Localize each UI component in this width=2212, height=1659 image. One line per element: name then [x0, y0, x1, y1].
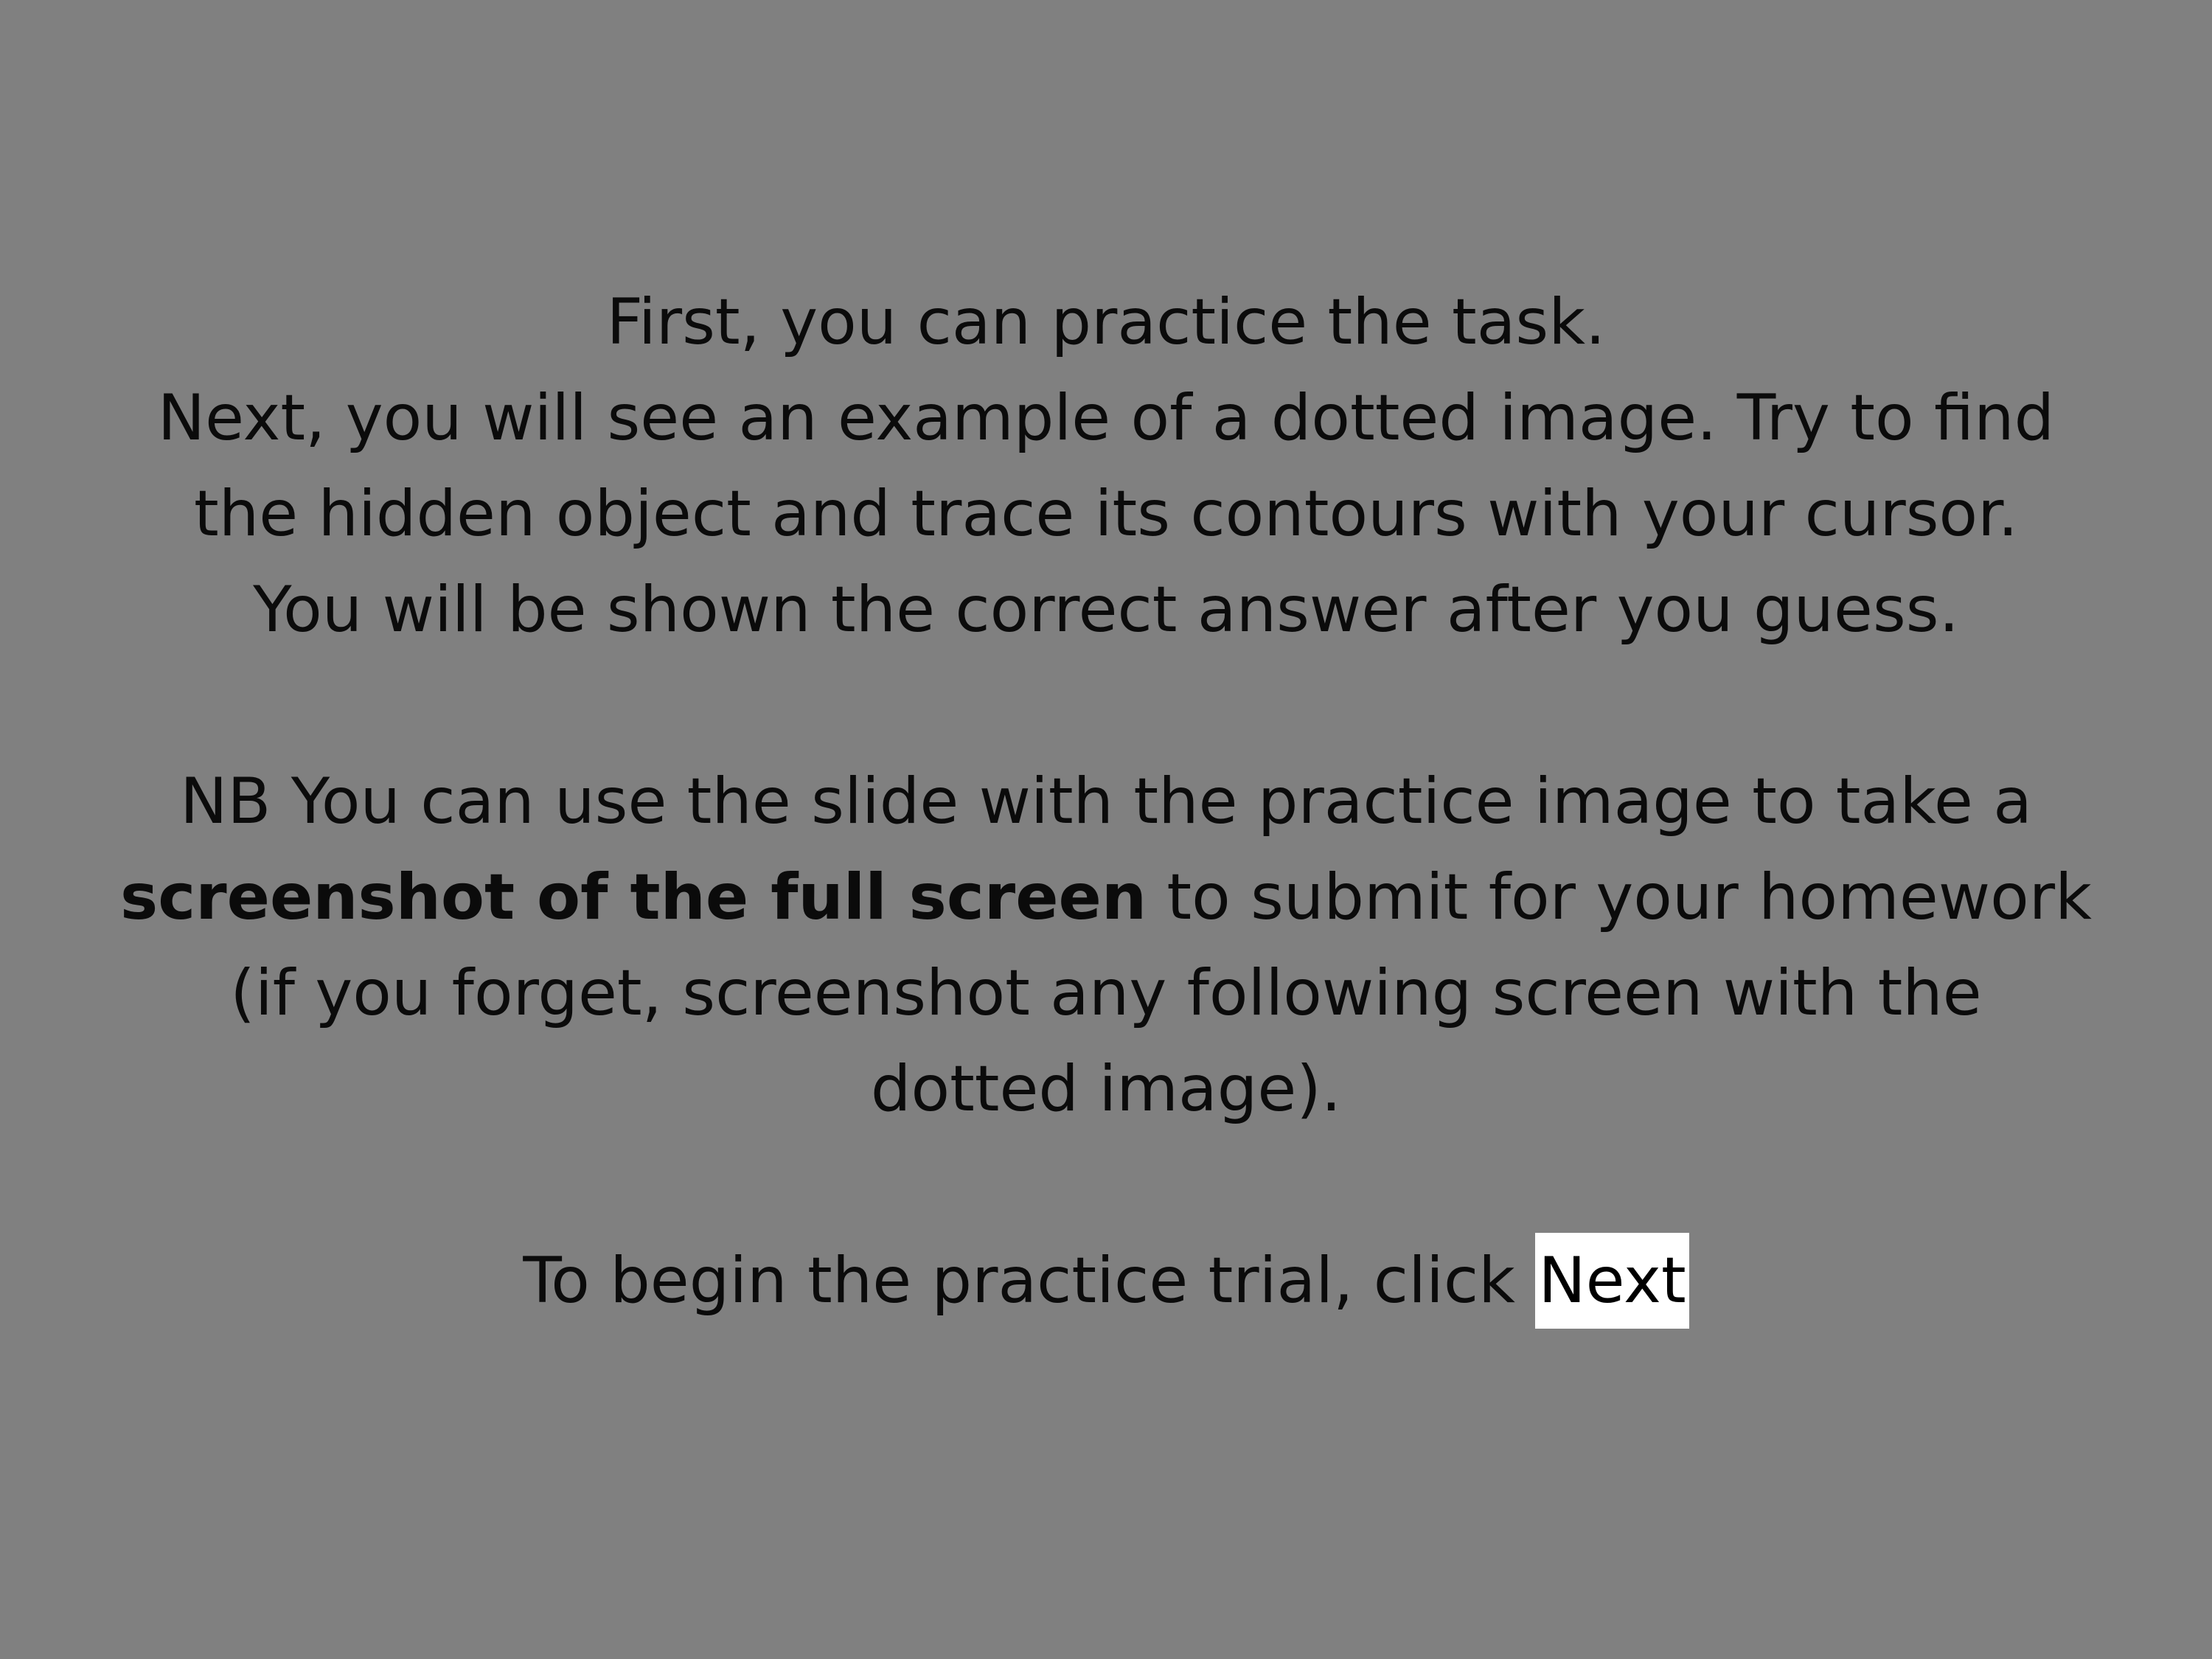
note-line-2-rest: to submit for your homework — [1147, 860, 2092, 934]
note-line-1: NB You can use the slide with the practi… — [180, 765, 2032, 838]
instruction-line-4: You will be shown the correct answer aft… — [253, 573, 1959, 647]
instruction-line-2: Next, you will see an example of a dotte… — [157, 381, 2055, 455]
note-line-2: screenshot of the full screen to submit … — [0, 849, 2212, 945]
begin-prompt-text: To begin the practice trial, click — [523, 1244, 1536, 1318]
begin-prompt: To begin the practice trial, click Next — [0, 1233, 2212, 1329]
note-line-3: (if you forget, screenshot any following… — [230, 956, 1982, 1030]
instruction-line-3: the hidden object and trace its contours… — [194, 477, 2018, 551]
instruction-slide: First, you can practice the task. Next, … — [0, 0, 2212, 1659]
next-button[interactable]: Next — [1535, 1233, 1689, 1329]
note-line-4: dotted image). — [870, 1052, 1342, 1126]
note-emphasis: screenshot of the full screen — [120, 860, 1147, 934]
instruction-line-1: First, you can practice the task. — [606, 285, 1606, 359]
